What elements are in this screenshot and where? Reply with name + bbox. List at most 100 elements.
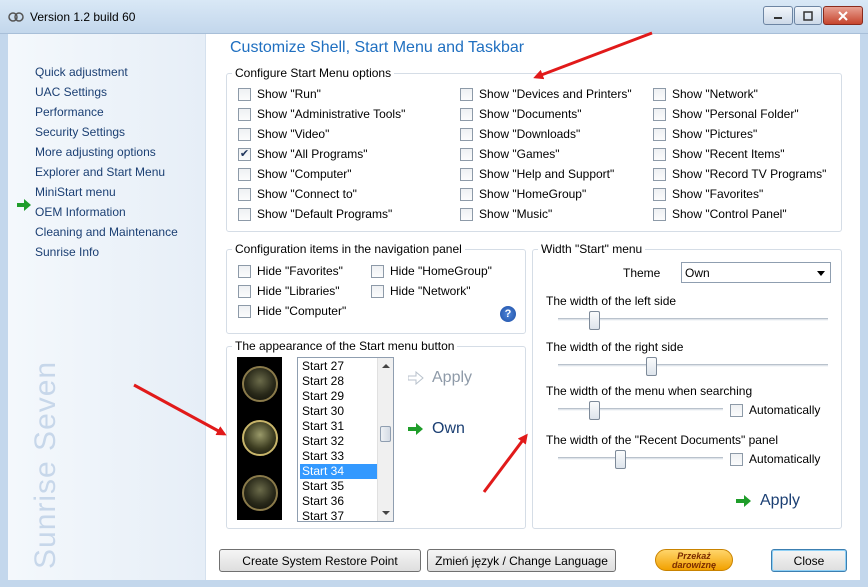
list-item[interactable]: Start 30: [300, 404, 377, 419]
start-menu-option-checkbox[interactable]: Show "Downloads": [460, 127, 580, 141]
start-orb-image: [241, 420, 278, 457]
checkbox-box: [371, 264, 384, 278]
recent-automatically-checkbox[interactable]: Automatically: [730, 452, 820, 466]
checkbox-box: [460, 87, 473, 101]
sidebar-item-cleaning-maintenance[interactable]: Cleaning and Maintenance: [35, 225, 178, 239]
start-menu-option-checkbox[interactable]: Show "Connect to": [238, 187, 357, 201]
recent-width-slider[interactable]: [614, 450, 626, 469]
own-label: Own: [432, 420, 465, 437]
checkbox-box: [460, 147, 473, 161]
search-automatically-checkbox[interactable]: Automatically: [730, 403, 820, 417]
sidebar-item-quick-adjustment[interactable]: Quick adjustment: [35, 65, 128, 79]
list-item[interactable]: Start 29: [300, 389, 377, 404]
width-apply-button[interactable]: Apply: [736, 492, 800, 510]
checkbox-box: [238, 284, 251, 298]
start-menu-option-checkbox[interactable]: Show "Music": [460, 207, 552, 221]
hide-libraries-checkbox[interactable]: Hide "Libraries": [238, 284, 340, 298]
checkbox-label: Show "Music": [479, 207, 553, 221]
hide-computer-checkbox[interactable]: Hide "Computer": [238, 304, 346, 318]
sidebar-item-ministart-menu[interactable]: MiniStart menu: [35, 185, 116, 199]
start-menu-option-checkbox[interactable]: Show "Network": [653, 87, 758, 101]
checkbox-label: Show "Record TV Programs": [672, 167, 827, 181]
start-menu-option-checkbox[interactable]: Show "Default Programs": [238, 207, 392, 221]
list-item[interactable]: Start 37: [300, 509, 377, 521]
checkbox-label: Hide "HomeGroup": [390, 264, 492, 278]
start-menu-option-checkbox[interactable]: Show "Control Panel": [653, 207, 787, 221]
checkbox-box: [238, 207, 251, 221]
checkbox-box: [238, 187, 251, 201]
start-button-own[interactable]: Own: [408, 420, 465, 438]
start-menu-option-checkbox[interactable]: Show "Video": [238, 127, 329, 141]
theme-dropdown[interactable]: Own: [681, 262, 831, 283]
start-menu-option-checkbox[interactable]: Show "Games": [460, 147, 560, 161]
main-panel: Customize Shell, Start Menu and Taskbar …: [206, 34, 860, 580]
start-menu-option-checkbox[interactable]: Show "Record TV Programs": [653, 167, 826, 181]
checkbox-label: Show "Recent Items": [672, 147, 785, 161]
start-button-apply[interactable]: Apply: [408, 369, 472, 387]
recent-width-track: [558, 457, 723, 460]
checkbox-box: [238, 147, 251, 161]
start-menu-option-checkbox[interactable]: Show "Computer": [238, 167, 352, 181]
start-menu-option-checkbox[interactable]: Show "Documents": [460, 107, 582, 121]
search-width-slider[interactable]: [588, 401, 600, 420]
list-item[interactable]: Start 31: [300, 419, 377, 434]
list-item[interactable]: Start 32: [300, 434, 377, 449]
sidebar-item-uac-settings[interactable]: UAC Settings: [35, 85, 107, 99]
start-menu-option-checkbox[interactable]: Show "Personal Folder": [653, 107, 799, 121]
list-item[interactable]: Start 34: [300, 464, 377, 479]
left-width-slider[interactable]: [589, 311, 601, 330]
checkbox-box: [238, 264, 251, 278]
start-button-listbox[interactable]: Start 27 Start 28 Start 29 Start 30 Start 31…: [297, 357, 394, 522]
change-language-button[interactable]: Zmień język / Change Language: [427, 549, 616, 572]
checkbox-label: Show "Games": [479, 147, 560, 161]
start-menu-option-checkbox[interactable]: Show "Pictures": [653, 127, 757, 141]
close-window-button[interactable]: [823, 6, 863, 25]
start-menu-option-checkbox[interactable]: Show "Run": [238, 87, 321, 101]
list-scrollbar[interactable]: [377, 358, 393, 521]
title-bar: Version 1.2 build 60: [0, 0, 868, 34]
list-item[interactable]: Start 33: [300, 449, 377, 464]
sidebar-item-sunrise-info[interactable]: Sunrise Info: [35, 245, 99, 259]
start-menu-option-checkbox[interactable]: Show "HomeGroup": [460, 187, 586, 201]
checkbox-box: [460, 207, 473, 221]
minimize-button[interactable]: [763, 6, 793, 25]
sidebar-item-performance[interactable]: Performance: [35, 105, 104, 119]
checkbox-label: Show "Favorites": [672, 187, 764, 201]
list-item[interactable]: Start 36: [300, 494, 377, 509]
checkbox-label: Show "Downloads": [479, 127, 581, 141]
checkbox-label: Show "Personal Folder": [672, 107, 799, 121]
start-menu-option-checkbox[interactable]: Show "All Programs": [238, 147, 368, 161]
checkbox-label: Show "Video": [257, 127, 330, 141]
start-menu-option-checkbox[interactable]: Show "Help and Support": [460, 167, 614, 181]
apply-arrow-icon: [736, 495, 751, 507]
hide-favorites-checkbox[interactable]: Hide "Favorites": [238, 264, 343, 278]
sidebar-item-security-settings[interactable]: Security Settings: [35, 125, 125, 139]
checkbox-box: [460, 107, 473, 121]
start-menu-option-checkbox[interactable]: Show "Administrative Tools": [238, 107, 405, 121]
list-item[interactable]: Start 27: [300, 359, 377, 374]
hide-homegroup-checkbox[interactable]: Hide "HomeGroup": [371, 264, 492, 278]
start-menu-option-checkbox[interactable]: Show "Devices and Printers": [460, 87, 632, 101]
apply-arrow-icon: [408, 371, 424, 385]
checkbox-label: Show "Computer": [257, 167, 352, 181]
hide-network-checkbox[interactable]: Hide "Network": [371, 284, 471, 298]
checkbox-box: [653, 127, 666, 141]
donate-button[interactable]: Przekaż darowiznę: [655, 549, 733, 571]
start-menu-option-checkbox[interactable]: Show "Recent Items": [653, 147, 785, 161]
checkbox-label: Show "Pictures": [672, 127, 758, 141]
sidebar-item-explorer-start-menu[interactable]: Explorer and Start Menu: [35, 165, 165, 179]
close-button[interactable]: Close: [771, 549, 847, 572]
maximize-button[interactable]: [794, 6, 822, 25]
create-restore-point-button[interactable]: Create System Restore Point: [219, 549, 421, 572]
scroll-thumb[interactable]: [380, 426, 391, 442]
help-icon[interactable]: ?: [500, 306, 516, 322]
start-menu-option-checkbox[interactable]: Show "Favorites": [653, 187, 763, 201]
checkbox-label: Hide "Computer": [257, 304, 347, 318]
list-item[interactable]: Start 28: [300, 374, 377, 389]
sidebar-item-more-adjusting[interactable]: More adjusting options: [35, 145, 156, 159]
sidebar-item-oem-information[interactable]: OEM Information: [35, 205, 126, 219]
apply-label: Apply: [760, 492, 801, 509]
checkbox-box: [653, 187, 666, 201]
list-item[interactable]: Start 35: [300, 479, 377, 494]
right-width-slider[interactable]: [646, 357, 658, 376]
